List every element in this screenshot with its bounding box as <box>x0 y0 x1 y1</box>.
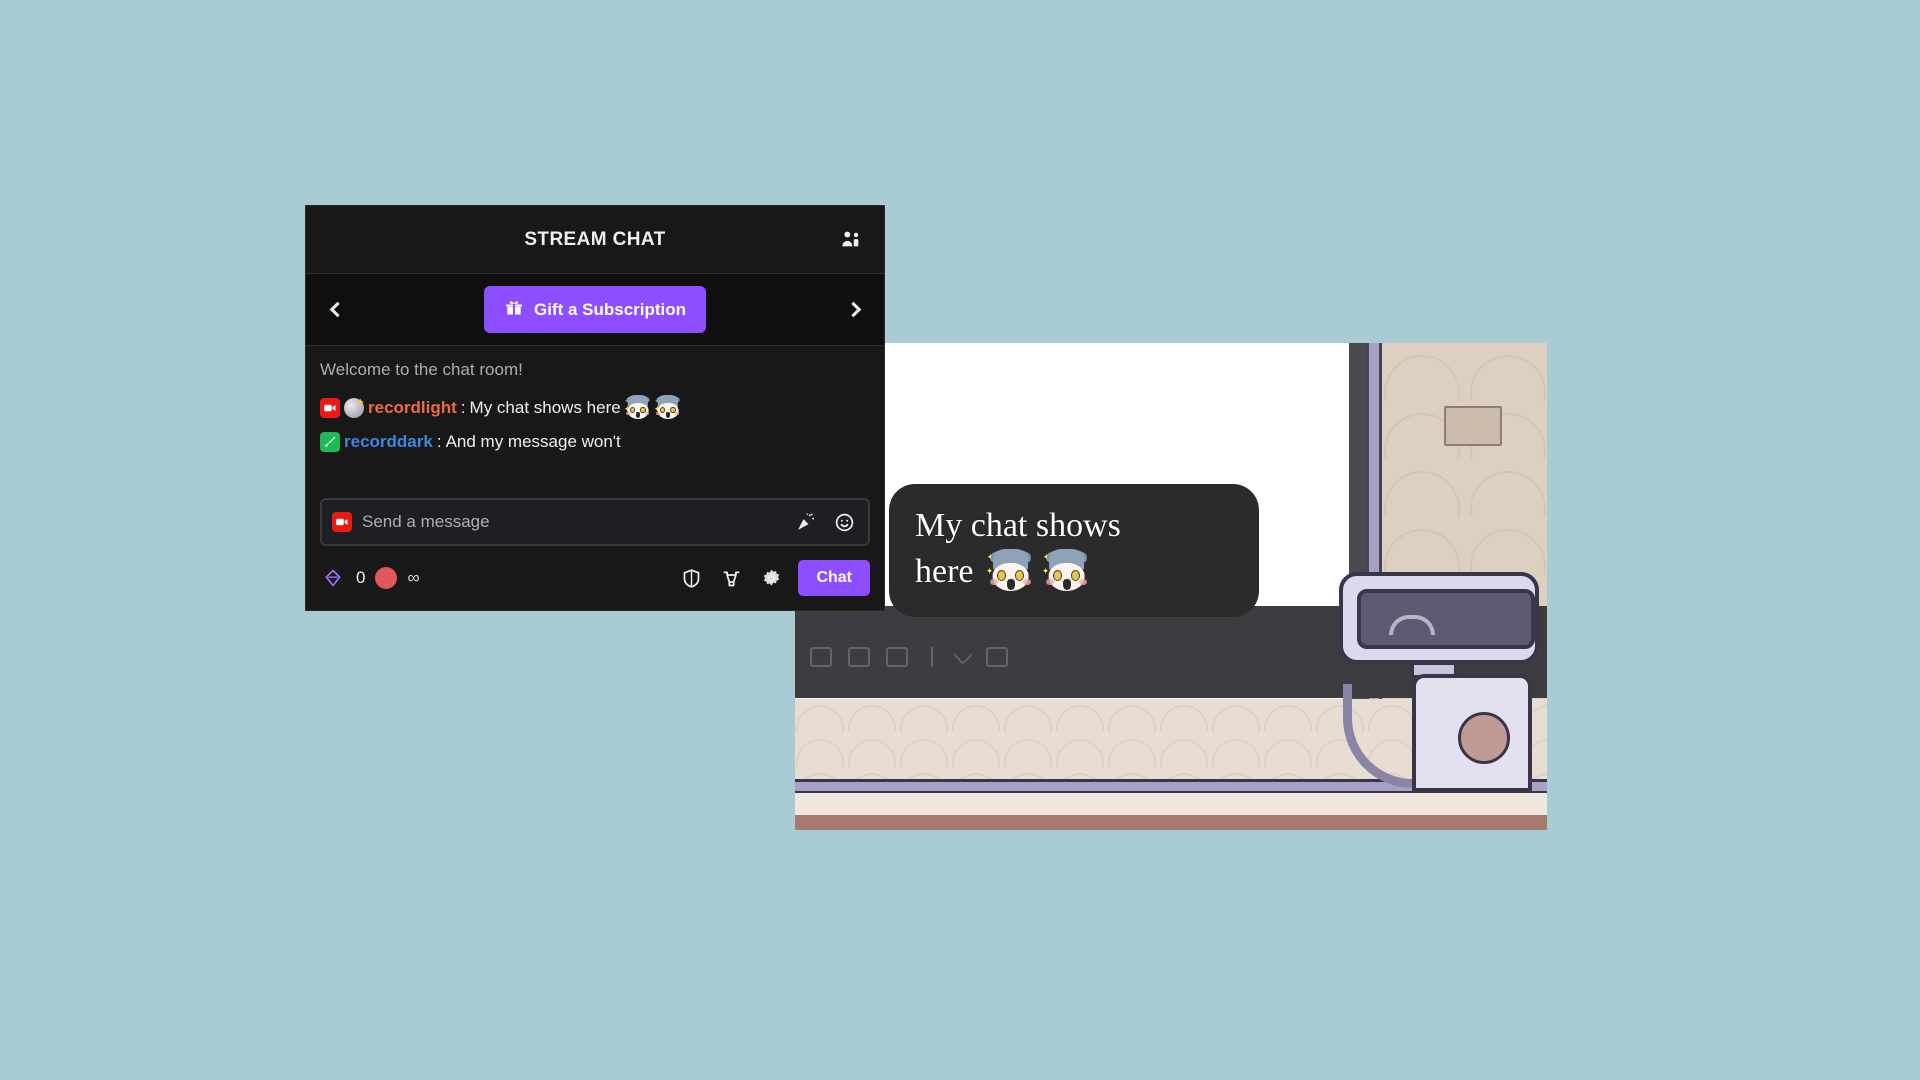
stream-chat-panel: STREAM CHAT Gift a Subscription Welcome … <box>306 206 884 610</box>
robot-face-screen <box>1357 588 1536 649</box>
gift-button-label: Gift a Subscription <box>533 299 687 319</box>
chat-message-text: And my message won't <box>445 432 621 451</box>
chat-input-container: Send a message <box>306 498 884 554</box>
chat-title: STREAM CHAT <box>524 228 666 250</box>
chat-input-box[interactable]: Send a message <box>320 498 870 546</box>
stream-chat-overlay-bubble: My chat shows here <box>889 484 1259 618</box>
scene-toolbar-chevron-icon <box>953 644 973 665</box>
chat-input-placeholder[interactable]: Send a message <box>362 512 782 532</box>
screen-root: My chat shows here STREAM CHAT Gift a Su… <box>0 0 1920 1080</box>
chat-message-list[interactable]: Welcome to the chat room! recordlight : … <box>306 346 884 498</box>
chat-toolbar-left: 0 ∞ <box>320 565 420 591</box>
chat-emote <box>624 395 651 421</box>
sword-badge <box>320 432 340 453</box>
broadcaster-camera-badge <box>320 398 340 418</box>
confetti-icon[interactable] <box>792 508 820 536</box>
overlay-line-2-text: here <box>915 552 974 590</box>
chat-username[interactable]: recordlight <box>368 397 457 419</box>
scene-floor-lower <box>795 793 1547 816</box>
scene-desk-toolbar <box>810 644 1009 668</box>
robot-body <box>1411 674 1532 793</box>
chat-header: STREAM CHAT <box>306 206 884 274</box>
chat-toolbar-right: Chat <box>678 560 870 596</box>
robot-mouth <box>1389 614 1436 635</box>
scene-wall-plaque <box>1443 406 1502 447</box>
purple-gem-icon[interactable] <box>320 565 346 591</box>
community-users-icon[interactable] <box>834 223 868 257</box>
chat-colon: : <box>436 432 442 451</box>
chevron-left-icon[interactable] <box>320 292 350 328</box>
robot-head <box>1339 571 1540 664</box>
system-welcome-message: Welcome to the chat room! <box>320 360 523 379</box>
scene-toolbar-icon <box>886 647 909 668</box>
red-circle-icon[interactable] <box>375 567 398 589</box>
chat-emote <box>654 395 681 421</box>
scene-toolbar-icon <box>924 647 941 668</box>
camera-emote-icon[interactable] <box>332 512 352 532</box>
chat-bottom-toolbar: 0 ∞ Chat <box>306 554 884 610</box>
infinity-icon[interactable]: ∞ <box>407 568 419 588</box>
scene-toolbar-icon <box>986 647 1009 668</box>
gem-count: 0 <box>356 568 366 587</box>
gift-icon <box>504 297 524 322</box>
chat-colon: : <box>460 397 466 417</box>
chat-message-row: recordlight : My chat shows here <box>320 390 870 426</box>
shield-icon[interactable] <box>678 565 704 591</box>
gear-icon[interactable] <box>758 565 784 591</box>
emoji-smiley-icon[interactable] <box>830 508 858 536</box>
promo-carousel: Gift a Subscription <box>306 274 884 346</box>
overlay-emote <box>1042 549 1090 595</box>
stream-video-area[interactable]: My chat shows here <box>795 343 1547 830</box>
gift-subscription-button[interactable]: Gift a Subscription <box>483 286 707 333</box>
scene-floor-base <box>795 815 1547 830</box>
scene-toolbar-icon <box>848 647 871 668</box>
chat-username[interactable]: recorddark <box>344 431 433 453</box>
sparkle-orb-badge <box>344 396 365 418</box>
overlay-line-2: here <box>915 549 1233 595</box>
bits-icon[interactable] <box>718 565 744 591</box>
chat-message-text: My chat shows here <box>469 397 621 417</box>
overlay-line-1: My chat shows <box>915 507 1121 545</box>
overlay-emote <box>986 549 1034 595</box>
send-chat-button[interactable]: Chat <box>798 560 870 596</box>
robot-body-button <box>1457 712 1510 765</box>
chevron-right-icon[interactable] <box>840 292 870 328</box>
chat-message-row: recorddark : And my message won't <box>320 426 870 458</box>
scene-toolbar-icon <box>810 647 833 668</box>
